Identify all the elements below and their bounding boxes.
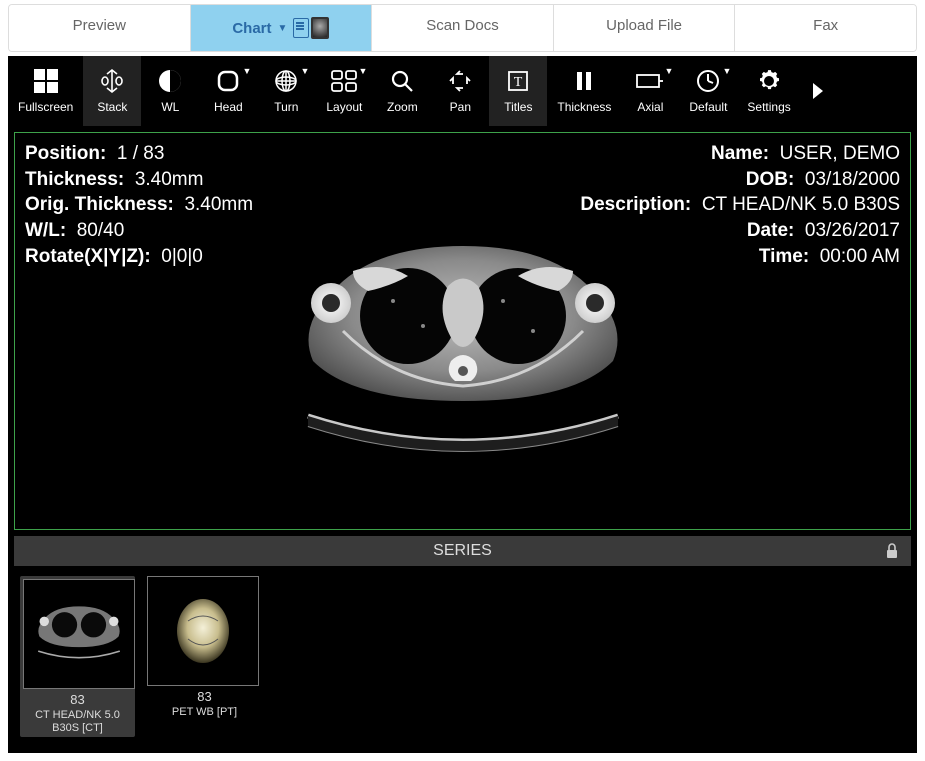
tab-scan-docs[interactable]: Scan Docs: [372, 5, 554, 51]
lock-icon[interactable]: [885, 543, 899, 559]
series-thumb-ct[interactable]: 83 CT HEAD/NK 5.0 B30S [CT]: [20, 576, 135, 737]
axial-icon: [635, 68, 665, 94]
titles-button[interactable]: T Titles: [489, 56, 547, 126]
head-button[interactable]: ▼ Head: [199, 56, 257, 126]
thumb-image: [23, 579, 135, 689]
titles-icon: T: [506, 68, 530, 94]
thumb-image: [147, 576, 259, 686]
thumb-name: PET WB [PT]: [147, 706, 262, 719]
zoom-icon: [390, 68, 414, 94]
stack-icon: [100, 68, 124, 94]
chevron-down-icon: ▼: [278, 23, 288, 34]
globe-icon: [273, 68, 299, 94]
chevron-down-icon: ▼: [358, 66, 367, 76]
series-header[interactable]: SERIES: [14, 536, 911, 566]
document-icon: [293, 18, 309, 38]
zoom-button[interactable]: Zoom: [373, 56, 431, 126]
top-tabs: Preview Chart ▼ Scan Docs Upload File Fax: [8, 4, 917, 52]
layout-button[interactable]: ▼ Layout: [315, 56, 373, 126]
pan-button[interactable]: Pan: [431, 56, 489, 126]
series-title: SERIES: [433, 542, 492, 559]
tab-fax[interactable]: Fax: [735, 5, 916, 51]
fullscreen-button[interactable]: Fullscreen: [8, 56, 83, 126]
chevron-down-icon: ▼: [242, 66, 251, 76]
chevron-down-icon: ▼: [300, 66, 309, 76]
viewer-toolbar: Fullscreen Stack WL ▼: [8, 56, 917, 126]
fullscreen-icon: [33, 68, 59, 94]
tab-upload-file[interactable]: Upload File: [554, 5, 736, 51]
chevron-down-icon: ▼: [664, 66, 673, 76]
tab-preview[interactable]: Preview: [9, 5, 191, 51]
chevron-down-icon: ▼: [723, 66, 732, 76]
thumb-count: 83: [23, 692, 132, 707]
wl-button[interactable]: WL: [141, 56, 199, 126]
default-button[interactable]: ▼ Default: [679, 56, 737, 126]
tab-chart[interactable]: Chart ▼: [191, 5, 373, 51]
image-viewport[interactable]: Position: 1 / 83 Thickness: 3.40mm Orig.…: [14, 132, 911, 530]
more-button[interactable]: [801, 56, 835, 126]
pan-icon: [449, 68, 471, 94]
thickness-button[interactable]: Thickness: [547, 56, 621, 126]
svg-text:T: T: [514, 75, 523, 90]
thickness-icon: [573, 68, 595, 94]
chevron-right-icon: [811, 78, 825, 104]
turn-button[interactable]: ▼ Turn: [257, 56, 315, 126]
settings-button[interactable]: Settings: [737, 56, 800, 126]
dicom-viewer: Fullscreen Stack WL ▼: [8, 56, 917, 753]
xray-thumb-icon: [311, 17, 329, 39]
gear-icon: [756, 68, 782, 94]
overlay-left: Position: 1 / 83 Thickness: 3.40mm Orig.…: [25, 141, 253, 269]
ct-slice-image: [273, 231, 653, 471]
stack-button[interactable]: Stack: [83, 56, 141, 126]
series-thumb-pet[interactable]: 83 PET WB [PT]: [147, 576, 262, 737]
axial-button[interactable]: ▼ Axial: [621, 56, 679, 126]
thumb-name: CT HEAD/NK 5.0 B30S [CT]: [23, 709, 132, 734]
chart-tab-icons: [293, 17, 329, 39]
layout-icon: [330, 68, 358, 94]
tab-chart-label: Chart: [232, 20, 271, 37]
clock-icon: [696, 68, 720, 94]
contrast-icon: [157, 68, 183, 94]
series-thumbnails: 83 CT HEAD/NK 5.0 B30S [CT]: [14, 566, 911, 747]
head-icon: [215, 68, 241, 94]
thumb-count: 83: [147, 689, 262, 704]
